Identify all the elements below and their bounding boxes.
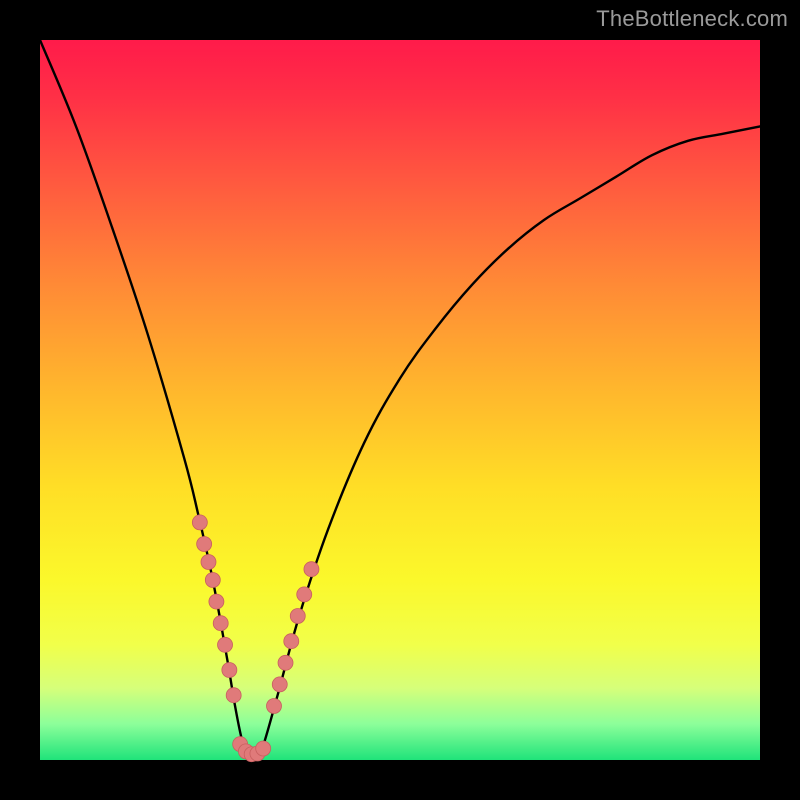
data-dot — [201, 555, 216, 570]
bottleneck-curve-line — [40, 40, 760, 762]
plot-area — [40, 40, 760, 760]
data-dot — [205, 573, 220, 588]
data-dot — [222, 663, 237, 678]
data-dots — [192, 515, 319, 762]
watermark-text: TheBottleneck.com — [596, 6, 788, 32]
data-dot — [197, 537, 212, 552]
data-dot — [284, 634, 299, 649]
data-dot — [267, 699, 282, 714]
data-dot — [290, 609, 305, 624]
data-dot — [278, 655, 293, 670]
data-dot — [226, 688, 241, 703]
chart-frame: TheBottleneck.com — [0, 0, 800, 800]
data-dot — [297, 587, 312, 602]
data-dot — [304, 562, 319, 577]
data-dot — [209, 594, 224, 609]
data-dot — [272, 677, 287, 692]
data-dot — [218, 637, 233, 652]
data-dot — [256, 741, 271, 756]
data-dot — [213, 616, 228, 631]
data-dot — [192, 515, 207, 530]
chart-svg — [40, 40, 760, 760]
